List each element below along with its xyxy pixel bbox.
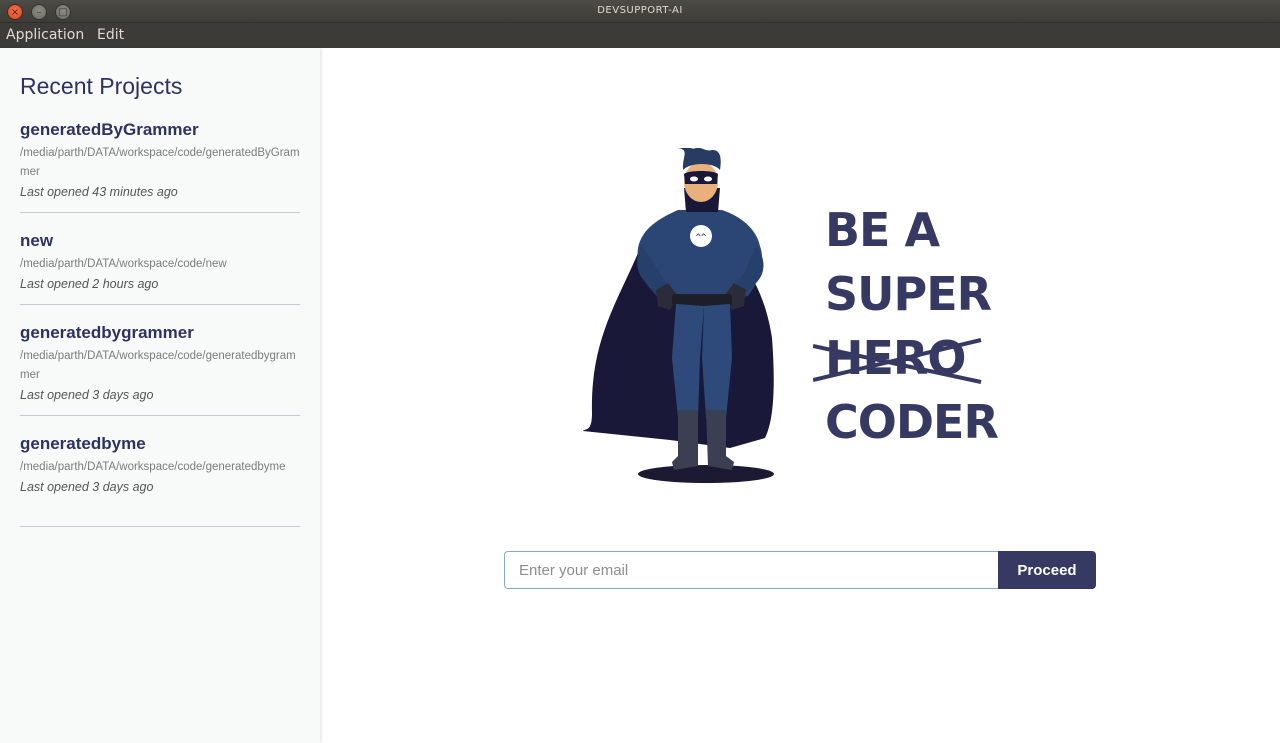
- project-path: /media/parth/DATA/workspace/code/generat…: [20, 461, 286, 473]
- project-name[interactable]: generatedByGrammer: [20, 120, 300, 140]
- window-titlebar: × – □ DEVSUPPORT-AI: [0, 0, 1280, 23]
- recent-project-item[interactable]: generatedbyme /media/parth/DATA/workspac…: [20, 434, 300, 527]
- proceed-button[interactable]: Proceed: [998, 551, 1096, 589]
- project-last-opened: Last opened 43 minutes ago: [20, 185, 178, 199]
- sidebar-title: Recent Projects: [20, 73, 183, 99]
- strikethrough-cross: [813, 338, 982, 384]
- recent-project-item[interactable]: generatedByGrammer /media/parth/DATA/wor…: [20, 120, 300, 213]
- project-name[interactable]: generatedbygrammer: [20, 323, 300, 343]
- project-last-opened: Last opened 2 hours ago: [20, 277, 159, 291]
- project-last-opened: Last opened 3 days ago: [20, 480, 154, 494]
- recent-project-item[interactable]: new /media/parth/DATA/workspace/code/new…: [20, 231, 300, 305]
- tagline-line-hero: HERO: [813, 326, 1045, 390]
- menu-application[interactable]: Application: [6, 27, 84, 43]
- recent-projects-sidebar: Recent Projects generatedByGrammer /medi…: [0, 48, 320, 743]
- project-path: /media/parth/DATA/workspace/code/new: [20, 258, 227, 270]
- chest-emblem-text: ^^: [696, 233, 707, 243]
- recent-project-item[interactable]: generatedbygrammer /media/parth/DATA/wor…: [20, 323, 300, 416]
- tagline-line-coder: CODER: [825, 395, 999, 449]
- project-last-opened: Last opened 3 days ago: [20, 388, 154, 402]
- tagline-line-be-a: BE A: [825, 203, 940, 257]
- menu-edit[interactable]: Edit: [97, 27, 124, 43]
- tagline-line-super: SUPER: [825, 267, 992, 321]
- superhero-illustration: ^^: [583, 148, 774, 483]
- menu-bar: Application Edit: [0, 23, 1280, 48]
- window-title: DEVSUPPORT-AI: [597, 5, 683, 16]
- tagline: BE A SUPER HERO CODER: [813, 198, 1045, 454]
- project-path: /media/parth/DATA/workspace/code/generat…: [20, 350, 296, 381]
- project-name[interactable]: generatedbyme: [20, 434, 300, 454]
- main-panel: ^^ BE A SUPER HERO CODER Proceed: [320, 48, 1280, 743]
- email-input[interactable]: [504, 551, 998, 589]
- project-path: /media/parth/DATA/workspace/code/generat…: [20, 147, 300, 178]
- project-name[interactable]: new: [20, 231, 300, 251]
- ground-shadow: [638, 465, 774, 483]
